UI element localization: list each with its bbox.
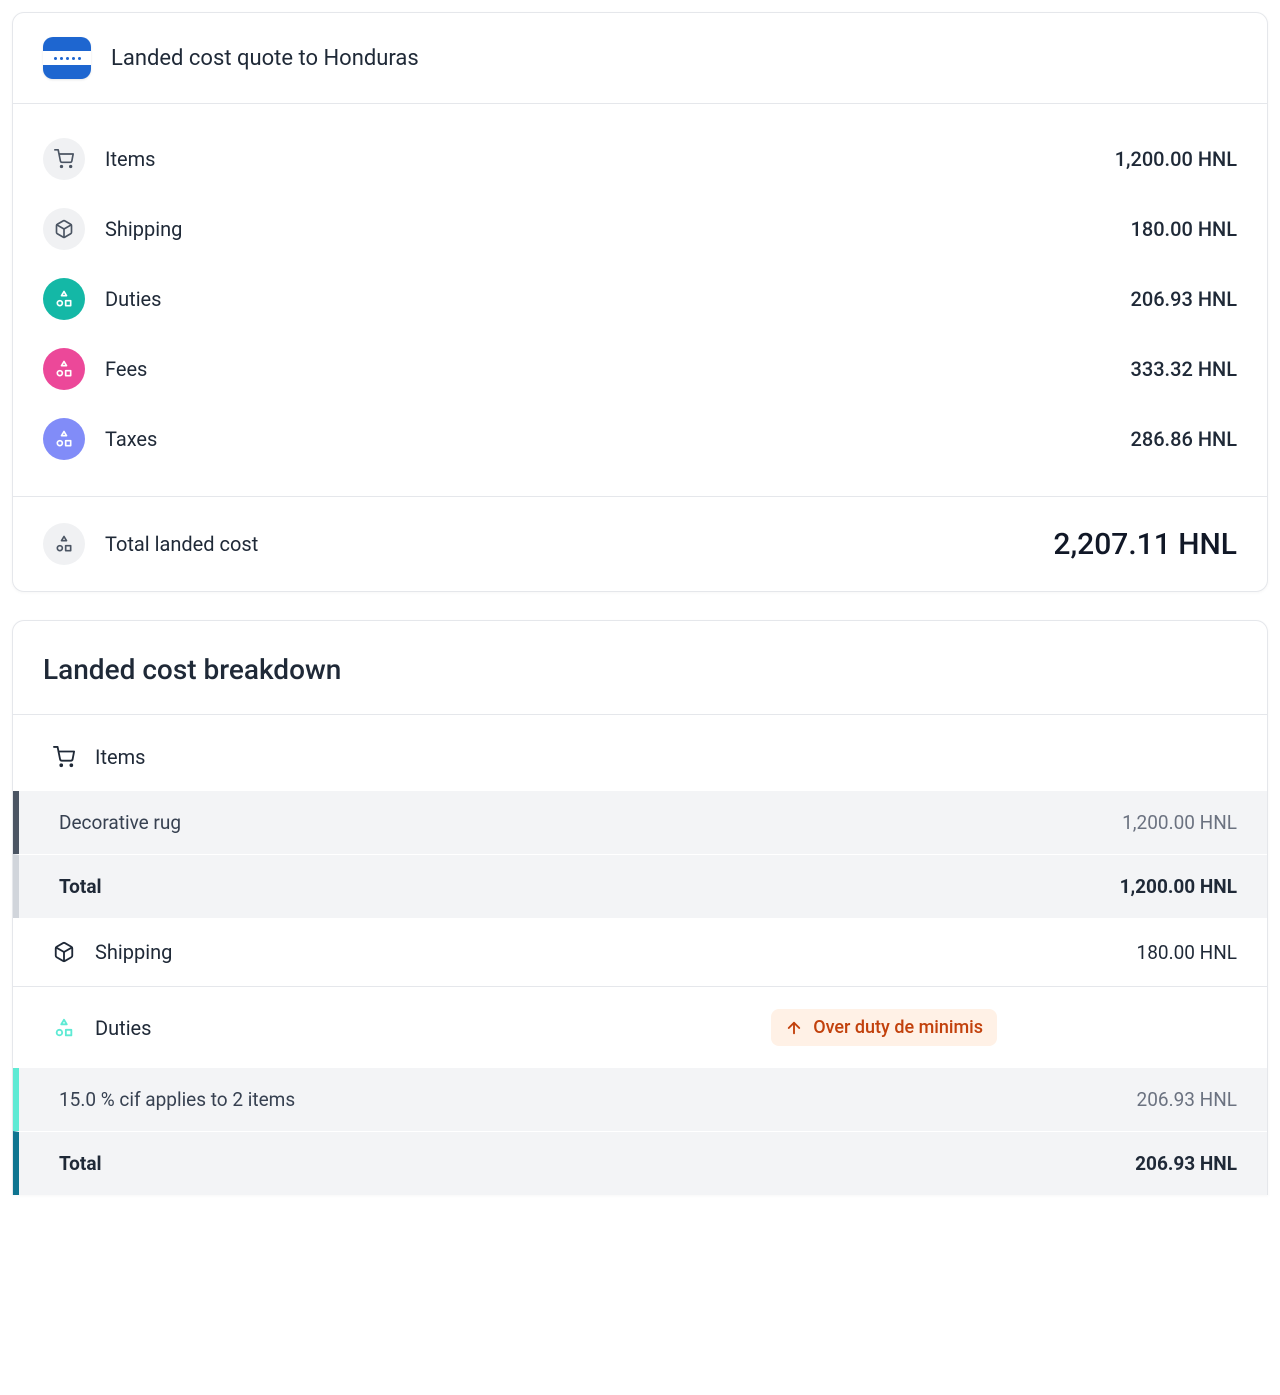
summary-header: Landed cost quote to Honduras: [13, 13, 1267, 104]
breakdown-title: Landed cost breakdown: [43, 653, 1237, 686]
items-total-value: 1,200.00 HNL: [1120, 875, 1237, 898]
breakdown-duties-header: Duties Over duty de minimis: [13, 987, 1267, 1068]
summary-title: Landed cost quote to Honduras: [111, 46, 419, 71]
duties-total-value: 206.93 HNL: [1135, 1152, 1237, 1175]
duties-total-label: Total: [59, 1152, 1135, 1175]
breakdown-items-rows: Decorative rug 1,200.00 HNL Total 1,200.…: [13, 791, 1267, 918]
honduras-flag-icon: [43, 37, 91, 79]
shapes-icon: [43, 418, 85, 460]
summary-duties-value: 206.93 HNL: [1130, 287, 1237, 311]
table-row: 15.0 % cif applies to 2 items 206.93 HNL: [13, 1068, 1267, 1131]
summary-duties-label: Duties: [105, 287, 1130, 311]
breakdown-card: Landed cost breakdown Items Decorative r…: [12, 620, 1268, 1195]
summary-rows: Items 1,200.00 HNL Shipping 180.00 HNL D…: [13, 104, 1267, 497]
summary-items-label: Items: [105, 147, 1115, 171]
summary-total-value: 2,207.11 HNL: [1053, 527, 1237, 562]
duty-desc: 15.0 % cif applies to 2 items: [59, 1088, 1137, 1111]
duty-value: 206.93 HNL: [1137, 1088, 1237, 1111]
badge-text: Over duty de minimis: [813, 1017, 983, 1038]
table-row-total: Total 1,200.00 HNL: [13, 854, 1267, 918]
summary-shipping-label: Shipping: [105, 217, 1130, 241]
item-value: 1,200.00 HNL: [1122, 811, 1237, 834]
summary-shipping-value: 180.00 HNL: [1130, 217, 1237, 241]
item-name: Decorative rug: [59, 811, 1122, 834]
shapes-icon: [43, 523, 85, 565]
shapes-icon: [53, 1017, 75, 1039]
cart-icon: [43, 138, 85, 180]
summary-total-row: Total landed cost 2,207.11 HNL: [13, 497, 1267, 591]
package-icon: [43, 208, 85, 250]
breakdown-shipping-value: 180.00 HNL: [1137, 941, 1237, 964]
breakdown-items-header: Items: [13, 715, 1267, 791]
summary-total-label: Total landed cost: [105, 532, 1053, 556]
summary-taxes-value: 286.86 HNL: [1130, 427, 1237, 451]
summary-row-shipping: Shipping 180.00 HNL: [43, 194, 1237, 264]
summary-row-fees: Fees 333.32 HNL: [43, 334, 1237, 404]
table-row: Decorative rug 1,200.00 HNL: [13, 791, 1267, 854]
breakdown-shipping-label: Shipping: [95, 940, 172, 964]
breakdown-duties-rows: 15.0 % cif applies to 2 items 206.93 HNL…: [13, 1068, 1267, 1195]
summary-row-duties: Duties 206.93 HNL: [43, 264, 1237, 334]
summary-row-taxes: Taxes 286.86 HNL: [43, 404, 1237, 474]
breakdown-duties-label: Duties: [95, 1016, 151, 1040]
items-total-label: Total: [59, 875, 1120, 898]
breakdown-shipping-row: Shipping 180.00 HNL: [13, 918, 1267, 987]
summary-row-items: Items 1,200.00 HNL: [43, 124, 1237, 194]
summary-fees-value: 333.32 HNL: [1130, 357, 1237, 381]
breakdown-header: Landed cost breakdown: [13, 621, 1267, 715]
summary-taxes-label: Taxes: [105, 427, 1130, 451]
breakdown-items-label: Items: [95, 745, 145, 769]
summary-fees-label: Fees: [105, 357, 1130, 381]
summary-card: Landed cost quote to Honduras Items 1,20…: [12, 12, 1268, 592]
shapes-icon: [43, 348, 85, 390]
package-icon: [53, 941, 75, 963]
table-row-total: Total 206.93 HNL: [13, 1131, 1267, 1195]
over-de-minimis-badge: Over duty de minimis: [771, 1009, 997, 1046]
summary-items-value: 1,200.00 HNL: [1115, 147, 1237, 171]
cart-icon: [53, 746, 75, 768]
shapes-icon: [43, 278, 85, 320]
arrow-up-icon: [785, 1019, 803, 1037]
